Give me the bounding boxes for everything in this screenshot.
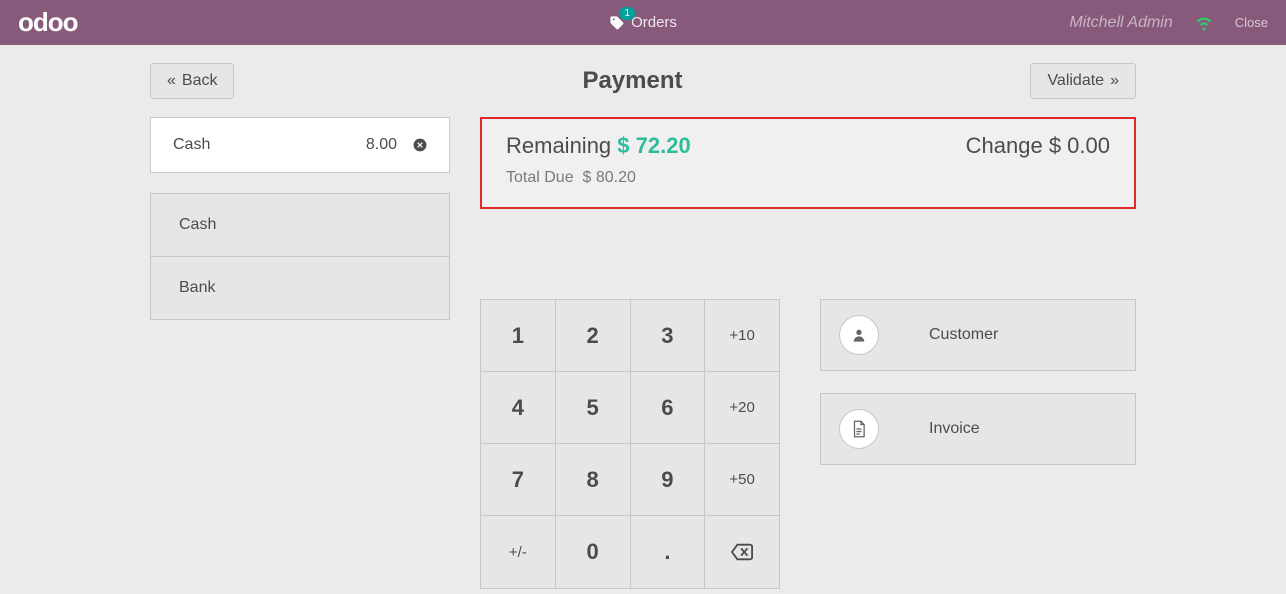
payment-line-method: Cash: [173, 136, 366, 154]
orders-count-badge: 1: [620, 7, 636, 20]
delete-payment-icon[interactable]: [413, 138, 427, 152]
numpad-plus10[interactable]: +10: [705, 300, 779, 372]
numpad-1[interactable]: 1: [481, 300, 556, 372]
numpad-sign[interactable]: +/-: [481, 516, 556, 588]
change-value: $ 0.00: [1049, 133, 1110, 158]
numpad-plus20[interactable]: +20: [705, 372, 779, 444]
page-title: Payment: [582, 67, 682, 95]
payment-method-bank[interactable]: Bank: [151, 257, 449, 319]
orders-label: Orders: [631, 14, 677, 31]
user-name[interactable]: Mitchell Admin: [1069, 14, 1172, 32]
numpad-7[interactable]: 7: [481, 444, 556, 516]
numpad-6[interactable]: 6: [631, 372, 706, 444]
numpad: 1 2 3 +10 4 5 6 +20 7 8 9: [480, 299, 780, 589]
total-due-value: $ 80.20: [582, 169, 635, 186]
customer-button[interactable]: Customer: [820, 299, 1136, 371]
total-due-label: Total Due: [506, 169, 574, 186]
numpad-plus50[interactable]: +50: [705, 444, 779, 516]
change-label: Change: [966, 133, 1043, 158]
payment-line-amount: 8.00: [366, 136, 397, 154]
chevron-right-icon: »: [1110, 72, 1119, 90]
numpad-5[interactable]: 5: [556, 372, 631, 444]
numpad-backspace[interactable]: [705, 516, 779, 588]
backspace-icon: [731, 543, 753, 561]
user-icon: [839, 315, 879, 355]
payment-line[interactable]: Cash 8.00: [150, 117, 450, 173]
orders-button[interactable]: 1 Orders: [609, 14, 677, 31]
document-icon: [839, 409, 879, 449]
validate-label: Validate: [1047, 72, 1104, 90]
numpad-3[interactable]: 3: [631, 300, 706, 372]
numpad-9[interactable]: 9: [631, 444, 706, 516]
close-button[interactable]: Close: [1235, 15, 1268, 30]
numpad-2[interactable]: 2: [556, 300, 631, 372]
numpad-0[interactable]: 0: [556, 516, 631, 588]
validate-button[interactable]: Validate »: [1030, 63, 1136, 99]
invoice-button[interactable]: Invoice: [820, 393, 1136, 465]
invoice-label: Invoice: [929, 420, 980, 438]
payment-summary: Remaining $ 72.20 Total Due $ 80.20 Chan…: [480, 117, 1136, 209]
back-label: Back: [182, 72, 218, 90]
wifi-icon: [1195, 14, 1213, 32]
numpad-8[interactable]: 8: [556, 444, 631, 516]
chevron-left-icon: «: [167, 72, 176, 90]
payment-method-cash[interactable]: Cash: [151, 194, 449, 257]
logo: odoo: [18, 7, 78, 38]
remaining-value: $ 72.20: [617, 133, 690, 158]
payment-methods-list: Cash Bank: [150, 193, 450, 320]
back-button[interactable]: « Back: [150, 63, 234, 99]
remaining-label: Remaining: [506, 133, 611, 158]
customer-label: Customer: [929, 326, 998, 344]
top-bar: odoo 1 Orders Mitchell Admin Close: [0, 0, 1286, 45]
numpad-dot[interactable]: .: [631, 516, 706, 588]
tag-icon: 1: [609, 15, 625, 31]
numpad-4[interactable]: 4: [481, 372, 556, 444]
